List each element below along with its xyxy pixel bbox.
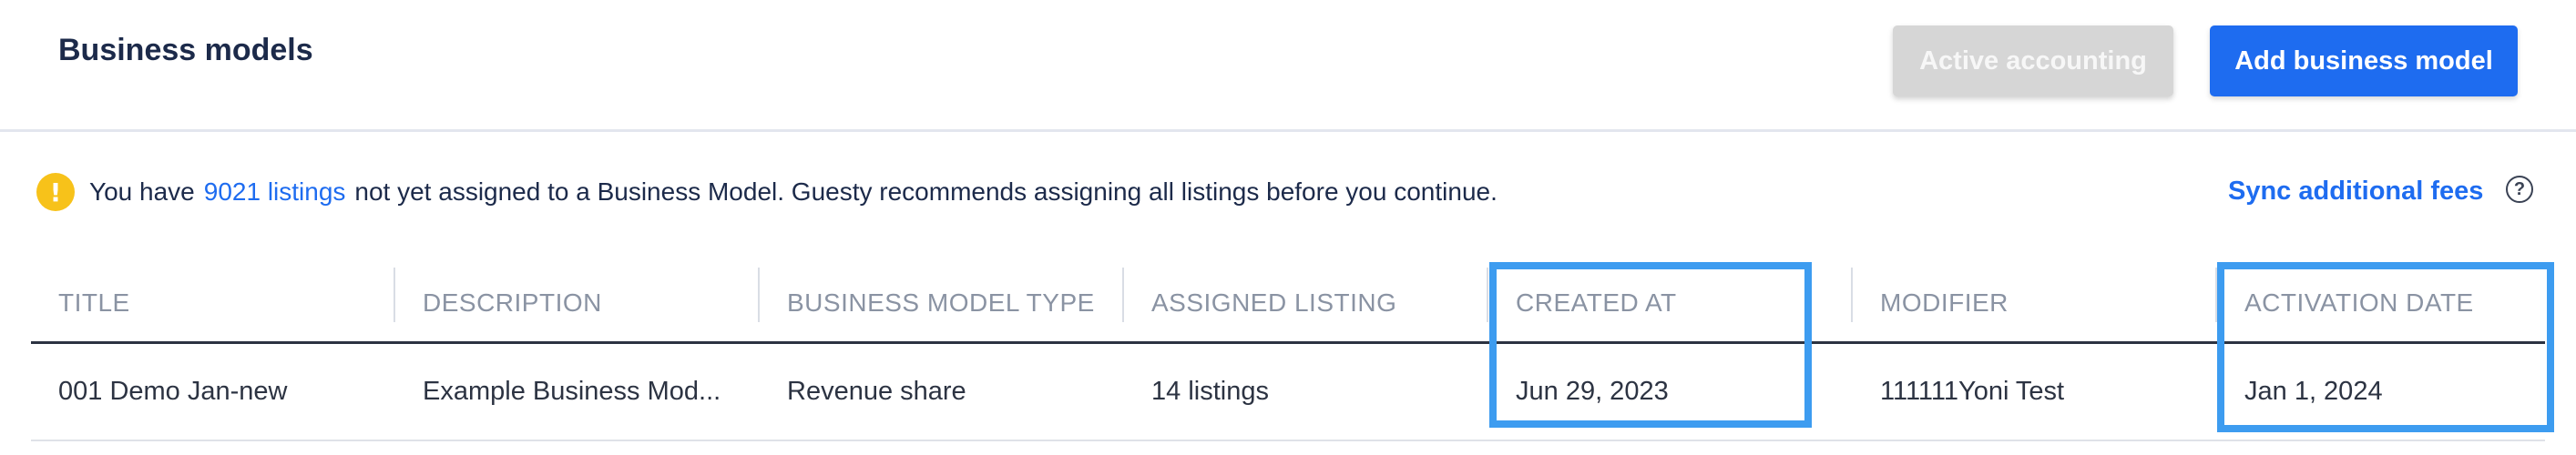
add-business-model-button[interactable]: Add business model [2210, 25, 2518, 96]
cell-created-at: Jun 29, 2023 [1516, 377, 1669, 406]
cell-title[interactable]: 001 Demo Jan-new [58, 344, 287, 440]
column-header-modifier[interactable]: MODIFIER [1880, 264, 2009, 341]
alert-text-after: not yet assigned to a Business Model. Gu… [354, 177, 1498, 206]
table-row[interactable]: 001 Demo Jan-new Example Business Mod...… [31, 344, 2545, 441]
cell-modifier: 111111Yoni Test [1880, 377, 2065, 406]
column-header-activation-date[interactable]: ACTIVATION DATE [2244, 264, 2474, 341]
help-icon[interactable]: ? [2506, 176, 2533, 203]
column-divider[interactable] [394, 268, 395, 322]
business-models-table: TITLE DESCRIPTION BUSINESS MODEL TYPE AS… [31, 264, 2545, 441]
column-header-business-model-type[interactable]: BUSINESS MODEL TYPE [787, 264, 1095, 341]
page-title: Business models [58, 33, 313, 67]
alert-text-before: You have [89, 177, 195, 206]
table-header: TITLE DESCRIPTION BUSINESS MODEL TYPE AS… [31, 264, 2545, 344]
cell-business-model-type: Revenue share [787, 377, 966, 406]
column-header-title[interactable]: TITLE [58, 264, 130, 341]
warning-icon: ! [36, 173, 75, 211]
business-models-page: Business models Active accounting Add bu… [0, 0, 2576, 455]
listings-link[interactable]: 9021 listings [204, 177, 346, 207]
page-header: Business models Active accounting Add bu… [0, 0, 2576, 132]
column-divider[interactable] [1487, 268, 1488, 322]
column-divider[interactable] [1122, 268, 1124, 322]
column-divider[interactable] [1851, 268, 1853, 322]
column-header-assigned-listing[interactable]: ASSIGNED LISTING [1151, 264, 1396, 341]
cell-description: Example Business Mod... [423, 377, 721, 406]
cell-assigned-listing: 14 listings [1151, 377, 1269, 406]
unassigned-listings-alert: ! You have 9021 listings not yet assigne… [36, 171, 1498, 213]
column-divider[interactable] [758, 268, 760, 322]
column-header-created-at[interactable]: CREATED AT [1516, 264, 1677, 341]
column-divider[interactable] [2215, 268, 2217, 322]
active-accounting-button[interactable]: Active accounting [1893, 25, 2173, 96]
sync-additional-fees-link[interactable]: Sync additional fees [2228, 177, 2483, 207]
cell-activation-date: Jan 1, 2024 [2244, 377, 2383, 406]
column-header-description[interactable]: DESCRIPTION [423, 264, 602, 341]
